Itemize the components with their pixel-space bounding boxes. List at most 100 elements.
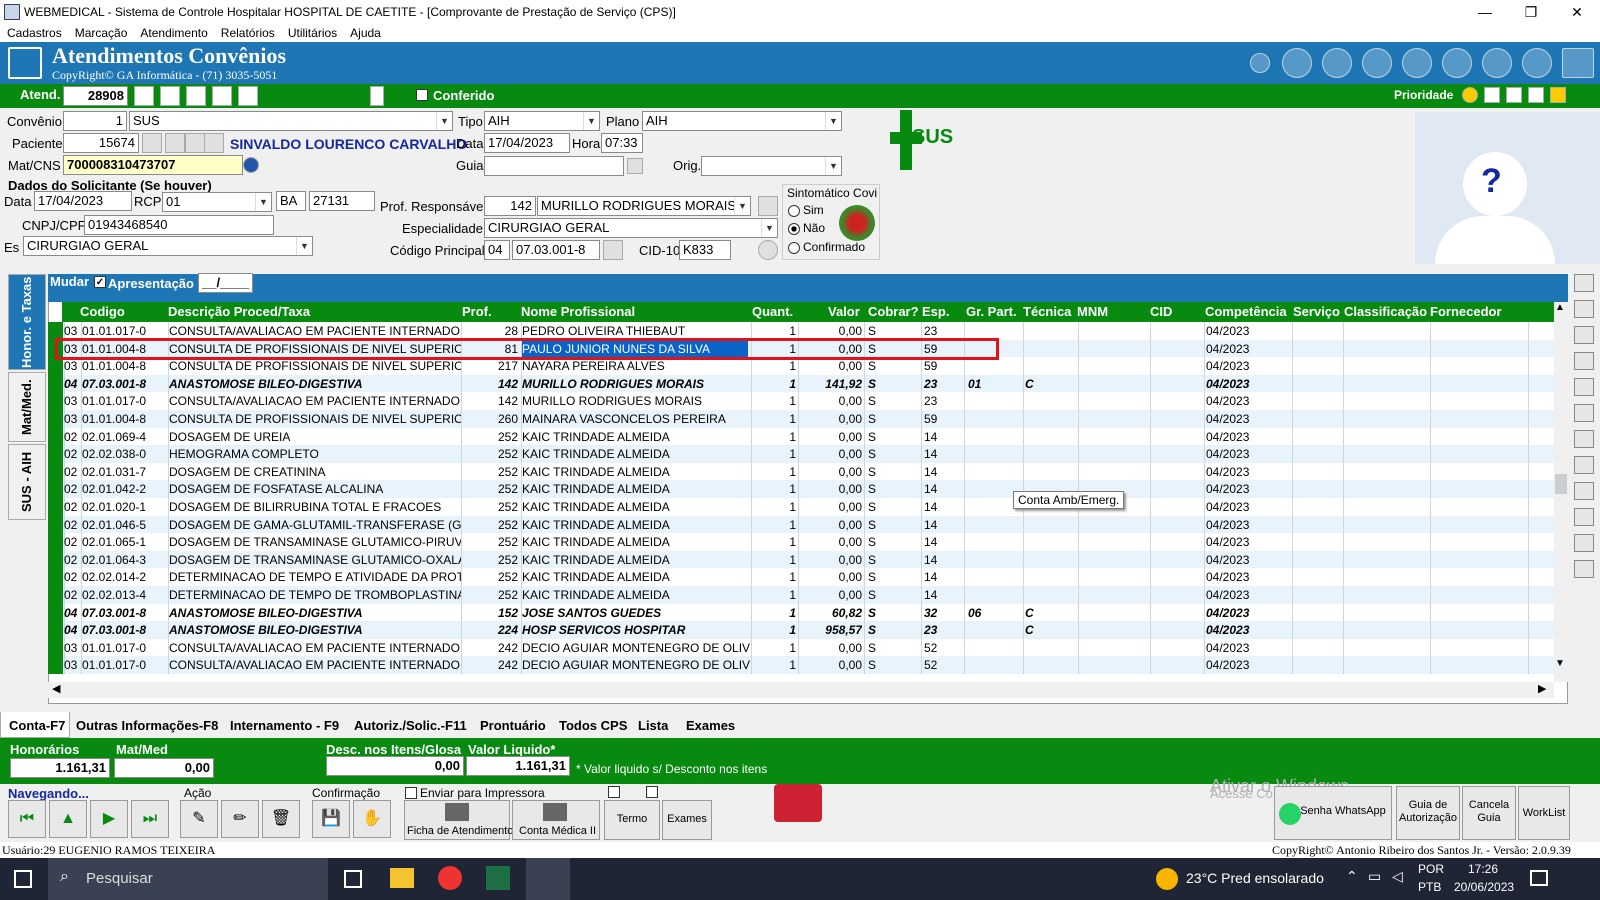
label-printer-icon[interactable] [774, 784, 822, 822]
tab-conta[interactable]: Conta-F7 [0, 712, 70, 738]
cell-prof[interactable]: 242 [462, 639, 518, 657]
cell-prof[interactable]: 252 [462, 480, 518, 498]
menu-utilitarios[interactable]: Utilitários [288, 26, 337, 40]
cell-g[interactable]: 02 [64, 428, 82, 446]
cnpj-input[interactable]: 01943468540 [84, 215, 274, 235]
cell-comp[interactable]: 04/2023 [1206, 498, 1292, 516]
calendar-icon[interactable] [1574, 404, 1594, 422]
table-row[interactable]: 02 02.01.064-3 DOSAGEM DE TRANSAMINASE GLU… [48, 550, 1554, 569]
tab-sus-aih[interactable]: SUS - AIH [8, 444, 46, 520]
guia-input[interactable] [484, 156, 624, 176]
medical-caduceus-icon[interactable] [1322, 48, 1352, 78]
chevron-down-icon[interactable]: ▼ [825, 112, 841, 130]
cell-comp[interactable]: 04/2023 [1206, 604, 1292, 622]
back-arrow-icon[interactable] [1250, 53, 1270, 73]
volume-icon[interactable]: ◁ [1392, 868, 1403, 885]
cell-desc[interactable]: CONSULTA/AVALIACAO EM PACIENTE INTERNADO [169, 656, 461, 674]
worklist-button[interactable]: WorkList [1518, 786, 1570, 840]
tab-matmed[interactable]: Mat/Med. [8, 372, 46, 442]
cell-desc[interactable]: DOSAGEM DE BILIRRUBINA TOTAL E FRACOES [169, 498, 461, 516]
cell-g[interactable]: 02 [64, 551, 82, 569]
chevron-left-icon[interactable]: ◀ [52, 682, 60, 695]
nav-first-icon[interactable] [134, 86, 154, 106]
cell-q[interactable]: 1 [754, 604, 796, 622]
cell-prof[interactable]: 242 [462, 656, 518, 674]
cell-nome[interactable]: KAIC TRINDADE ALMEIDA [522, 516, 750, 534]
cell-comp[interactable]: 04/2023 [1206, 340, 1292, 358]
cell-val[interactable]: 0,00 [800, 551, 862, 569]
copy-icon[interactable] [1574, 300, 1594, 318]
table-row[interactable]: 04 07.03.001-8 ANASTOMOSE BILEO-DIGESTIVA 1… [48, 374, 1554, 393]
trash-icon[interactable]: 🗑 [262, 800, 300, 838]
cell-comp[interactable]: 04/2023 [1206, 480, 1292, 498]
chevron-up-icon[interactable]: ⌃ [1346, 868, 1358, 885]
orig-select[interactable]: ▼ [701, 156, 842, 176]
lang-2[interactable]: PTB [1418, 880, 1441, 894]
codprinc-input[interactable]: 07.03.001-8 [512, 240, 600, 260]
col-fornecedor[interactable]: Fornecedor [1430, 304, 1502, 319]
table-row[interactable]: 02 02.01.031-7 DOSAGEM DE CREATININA 252 KAI… [48, 462, 1554, 481]
cell-q[interactable]: 1 [754, 428, 796, 446]
chevron-right-icon[interactable]: ▶ [1538, 682, 1546, 695]
cell-nome[interactable]: KAIC TRINDADE ALMEIDA [522, 568, 750, 586]
cell-comp[interactable]: 04/2023 [1206, 656, 1292, 674]
cell-cod[interactable]: 02.01.042-2 [82, 480, 168, 498]
cell-nome[interactable]: KAIC TRINDADE ALMEIDA [522, 551, 750, 569]
cell-g[interactable]: 02 [64, 480, 82, 498]
plano-select[interactable]: AIH ▼ [642, 111, 842, 131]
table-row[interactable]: 04 07.03.001-8 ANASTOMOSE BILEO-DIGESTIVA 2… [48, 621, 1554, 640]
cell-val[interactable]: 0,00 [800, 480, 862, 498]
cell-g[interactable]: 02 [64, 516, 82, 534]
hora-input[interactable]: 07:33 [601, 133, 643, 153]
cell-cod[interactable]: 07.03.001-8 [82, 621, 168, 639]
col-mnm[interactable]: MNM [1077, 304, 1108, 319]
cell-desc[interactable]: DOSAGEM DE CREATININA [169, 463, 461, 481]
cell-comp[interactable]: 04/2023 [1206, 463, 1292, 481]
cell-q[interactable]: 1 [754, 516, 796, 534]
cell-esp[interactable]: 14 [924, 568, 964, 586]
nav-new-icon[interactable] [212, 86, 232, 106]
network-icon[interactable] [1574, 430, 1594, 448]
matcns-input[interactable]: 700008310473707 [63, 155, 243, 175]
cell-q[interactable]: 1 [754, 533, 796, 551]
cell-q[interactable]: 1 [754, 621, 796, 639]
cell-esp[interactable]: 23 [924, 392, 964, 410]
tab-todos-cps[interactable]: Todos CPS [559, 718, 627, 733]
binoculars-icon[interactable] [603, 240, 623, 260]
cell-q[interactable]: 1 [754, 410, 796, 428]
cell-cob[interactable]: S [868, 375, 922, 393]
binoculars-icon[interactable] [758, 196, 778, 216]
clock-time[interactable]: 17:26 [1468, 862, 1498, 876]
cell-comp[interactable]: 04/2023 [1206, 621, 1292, 639]
col-competencia[interactable]: Competência [1205, 304, 1287, 319]
cell-desc[interactable]: ANASTOMOSE BILEO-DIGESTIVA [169, 604, 461, 622]
cell-comp[interactable]: 04/2023 [1206, 392, 1292, 410]
cell-g[interactable]: 02 [64, 498, 82, 516]
cell-comp[interactable]: 04/2023 [1206, 410, 1292, 428]
cell-prof[interactable]: 252 [462, 568, 518, 586]
cell-desc[interactable]: DOSAGEM DE FOSFATASE ALCALINA [169, 480, 461, 498]
cell-cob[interactable]: S [868, 621, 922, 639]
cell-comp[interactable]: 04/2023 [1206, 428, 1292, 446]
cell-cod[interactable]: 01.01.017-0 [82, 656, 168, 674]
cell-nome[interactable]: MURILLO RODRIGUES MORAIS [522, 392, 750, 410]
exit-icon[interactable] [1402, 48, 1432, 78]
cell-tec[interactable]: C [1025, 604, 1077, 622]
menu-ajuda[interactable]: Ajuda [350, 26, 381, 40]
clock-date[interactable]: 20/06/2023 [1454, 880, 1514, 894]
cancel-icon[interactable]: ✋ [353, 800, 391, 838]
cell-prof[interactable]: 142 [462, 392, 518, 410]
folder-icon[interactable] [390, 868, 414, 888]
cell-cob[interactable]: S [868, 516, 922, 534]
cell-val[interactable]: 0,00 [800, 463, 862, 481]
col-servico[interactable]: Serviço [1293, 304, 1340, 319]
cell-prof[interactable]: 252 [462, 551, 518, 569]
maximize-button[interactable]: ❐ [1508, 0, 1554, 24]
table-row[interactable]: 02 02.01.046-5 DOSAGEM DE GAMA-GLUTAMIL-TR… [48, 515, 1554, 534]
handshake-icon[interactable] [1442, 48, 1472, 78]
cell-g[interactable]: 03 [64, 639, 82, 657]
crm-input[interactable]: 27131 [309, 191, 375, 211]
cell-comp[interactable]: 04/2023 [1206, 639, 1292, 657]
cell-nome[interactable]: JOSE SANTOS GUEDES [522, 604, 750, 622]
tab-outras-info[interactable]: Outras Informações-F8 [76, 718, 218, 733]
